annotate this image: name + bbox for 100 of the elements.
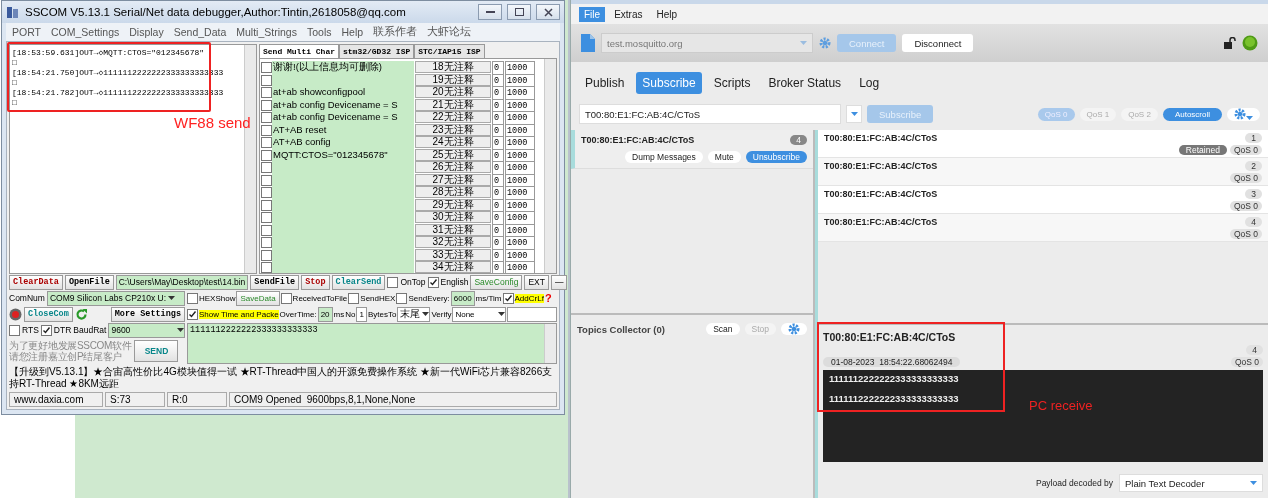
checkbox[interactable] <box>261 112 272 123</box>
close-button[interactable] <box>536 4 560 20</box>
table-cell[interactable]: 1000 <box>505 136 535 150</box>
menu-item[interactable]: 联系作者 <box>373 25 418 39</box>
comment-button[interactable]: 21无注释 <box>415 98 491 111</box>
tab[interactable]: stm32/GD32 ISP <box>339 44 415 58</box>
verify-select[interactable]: None <box>452 306 507 322</box>
collapse-button[interactable]: — <box>550 274 568 290</box>
subscription-button[interactable]: Dump Messages <box>625 151 703 163</box>
tab[interactable]: Broker Status <box>762 72 848 94</box>
interval-field[interactable]: 6000 <box>450 290 475 306</box>
save-data-button[interactable]: SaveData <box>236 290 280 306</box>
subscription-button[interactable]: Mute <box>707 151 741 163</box>
comment-button[interactable]: 29无注释 <box>415 198 491 211</box>
table-cell[interactable]: 1000 <box>505 161 535 175</box>
tab[interactable]: Publish <box>579 72 631 94</box>
checkbox[interactable] <box>187 292 198 304</box>
help-mark[interactable]: ? <box>544 292 552 304</box>
checkbox[interactable] <box>348 292 360 304</box>
comment-button[interactable]: 33无注释 <box>415 248 491 261</box>
comment-button[interactable]: 28无注释 <box>415 186 491 198</box>
comment-button[interactable]: 23无注释 <box>415 123 491 136</box>
send-file-button[interactable]: SendFile <box>250 274 300 290</box>
stop-button[interactable]: Stop <box>301 274 330 290</box>
checkbox[interactable] <box>261 162 272 173</box>
menu-item[interactable]: Help <box>651 6 683 22</box>
settings-button[interactable] <box>781 323 807 335</box>
checkbox[interactable] <box>502 292 514 304</box>
vertical-scrollbar[interactable] <box>544 59 556 273</box>
message-row[interactable]: T00:80:E1:FC:AB:4C/CToS 1 Retained QoS 0 <box>818 130 1268 158</box>
checkbox[interactable] <box>261 174 272 186</box>
close-com-button[interactable]: CloseCom <box>24 306 73 322</box>
menu-item[interactable]: PORT <box>12 26 41 38</box>
string-field[interactable]: at+ab config Devicename = S <box>272 111 414 125</box>
comment-button[interactable]: 34无注释 <box>415 261 491 273</box>
tab[interactable]: STC/IAP15 ISP <box>414 44 485 58</box>
checkbox[interactable] <box>261 149 272 161</box>
menu-item[interactable]: Help <box>341 26 364 38</box>
comment-button[interactable]: 18无注释 <box>415 61 491 73</box>
checkbox[interactable] <box>280 292 292 304</box>
checkbox[interactable] <box>427 276 439 288</box>
string-field[interactable] <box>272 261 414 273</box>
dropdown-button[interactable] <box>846 105 862 123</box>
menu-item[interactable]: 大虾论坛 <box>427 25 472 39</box>
menu-item[interactable]: COM_Settings <box>51 26 120 38</box>
checkbox[interactable] <box>261 212 272 223</box>
com-port-select[interactable]: COM9 Silicon Labs CP210x U: <box>46 290 185 306</box>
ext-button[interactable]: EXT <box>524 274 549 290</box>
message-row[interactable]: T00:80:E1:FC:AB:4C/CToS 2 QoS 0 <box>818 158 1268 186</box>
string-field[interactable]: AT+AB config <box>272 136 414 150</box>
checkbox[interactable] <box>261 249 272 261</box>
checkbox[interactable] <box>187 308 198 320</box>
file-path-field[interactable]: C:\Users\May\Desktop\test\14.bin <box>115 274 249 290</box>
comment-button[interactable]: 32无注释 <box>415 236 491 248</box>
table-cell[interactable]: 1000 <box>505 186 535 200</box>
comment-button[interactable]: 25无注释 <box>415 148 491 161</box>
message-row[interactable]: T00:80:E1:FC:AB:4C/CToS 4 QoS 0 <box>818 214 1268 242</box>
table-cell[interactable]: 1000 <box>505 111 535 125</box>
menu-item[interactable]: Display <box>129 26 164 38</box>
checkbox[interactable] <box>387 276 399 288</box>
topic-field[interactable]: T00:80:E1:FC:AB:4C/CToS <box>579 104 841 124</box>
comment-button[interactable]: 31无注释 <box>415 223 491 236</box>
input-field[interactable] <box>507 306 557 322</box>
comment-button[interactable]: 26无注释 <box>415 161 491 173</box>
checkbox[interactable] <box>261 87 272 98</box>
subscription-card[interactable]: T00:80:E1:FC:AB:4C/CToS 4 Dump Messages Mute Unsubscribe <box>571 130 813 169</box>
menu-item[interactable]: Extras <box>609 6 648 22</box>
bytes-to-select[interactable]: 末尾 <box>397 306 431 322</box>
send-text-field[interactable]: 1111112222222333333333333 <box>187 323 557 364</box>
clear-send-button[interactable]: ClearSend <box>331 274 386 290</box>
disconnect-button[interactable]: Disconnect <box>902 34 974 52</box>
menu-item[interactable]: Send_Data <box>173 26 227 38</box>
minimize-button[interactable] <box>478 4 502 20</box>
maximize-button[interactable] <box>507 4 531 20</box>
table-cell[interactable]: 1000 <box>505 211 535 225</box>
checkbox[interactable] <box>261 99 272 111</box>
byte-number-field[interactable]: 1 <box>356 306 367 322</box>
checkbox[interactable] <box>261 62 272 73</box>
checkbox[interactable] <box>40 324 52 336</box>
comment-button[interactable]: 27无注释 <box>415 173 491 186</box>
table-cell[interactable]: 1000 <box>505 86 535 100</box>
checkbox[interactable] <box>261 137 272 148</box>
string-field[interactable]: 谢谢!(以上信息均可删除) <box>272 61 414 75</box>
checkbox[interactable] <box>261 224 272 236</box>
checkbox[interactable] <box>261 124 272 136</box>
comment-button[interactable]: 24无注释 <box>415 136 491 148</box>
checkbox[interactable] <box>396 292 408 304</box>
checkbox[interactable] <box>261 74 272 86</box>
overtime-field[interactable]: 20 <box>317 306 333 322</box>
comment-button[interactable]: 30无注释 <box>415 211 491 223</box>
message-row[interactable]: T00:80:E1:FC:AB:4C/CToS 3 QoS 0 <box>818 186 1268 214</box>
decoder-select[interactable]: Plain Text Decoder <box>1119 474 1263 492</box>
comment-button[interactable]: 22无注释 <box>415 111 491 123</box>
settings-button[interactable] <box>1227 107 1260 121</box>
save-config-button[interactable]: SaveConfig <box>470 274 523 290</box>
document-icon[interactable] <box>581 34 595 52</box>
tab[interactable]: Log <box>853 72 886 94</box>
table-cell[interactable]: 1000 <box>505 261 535 273</box>
checkbox[interactable] <box>261 262 272 273</box>
table-cell[interactable]: 1000 <box>505 236 535 250</box>
